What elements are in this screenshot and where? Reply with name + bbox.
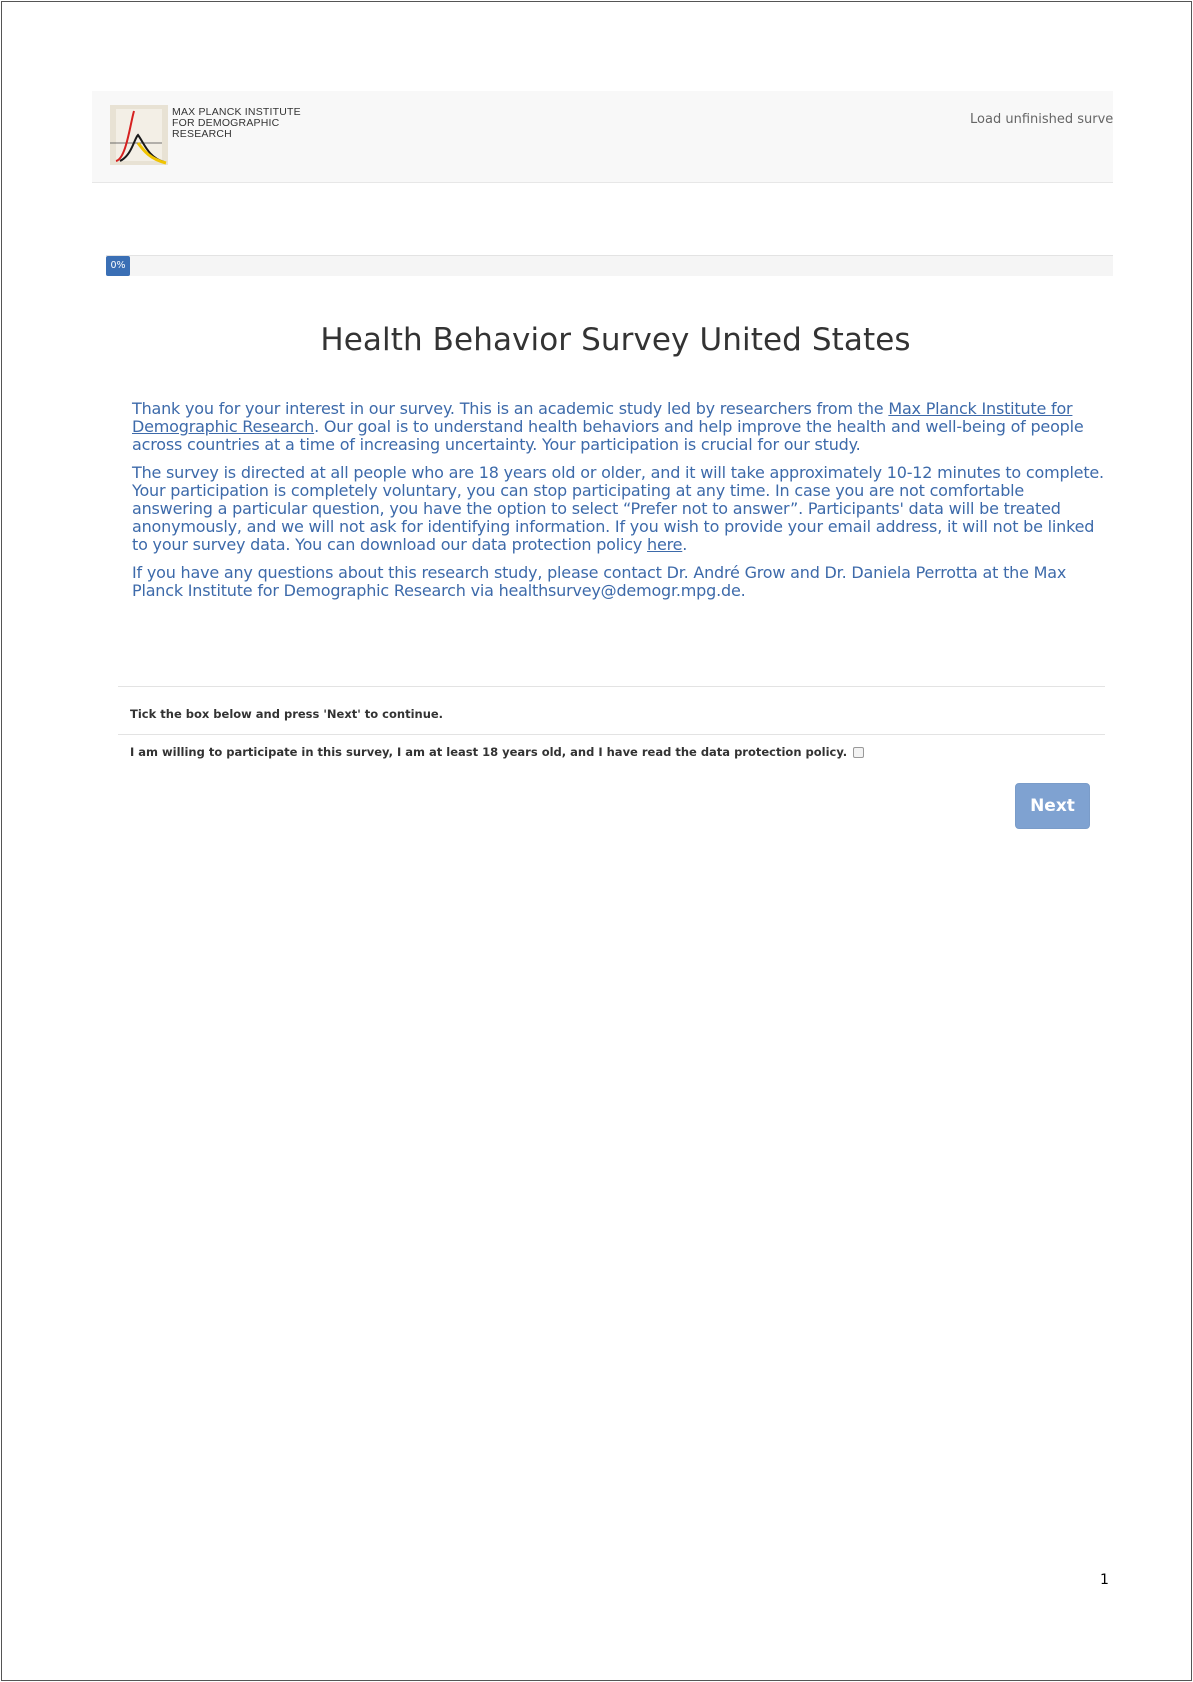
intro-paragraph: Thank you for your interest in our surve… [132,399,1084,454]
consent-label: I am willing to participate in this surv… [130,745,848,759]
divider [118,734,1105,735]
contact-paragraph: If you have any questions about this res… [132,563,1067,600]
data-protection-link[interactable]: here [647,535,682,554]
page-frame [1,1,1192,1681]
page-number: 1 [1100,1572,1109,1588]
next-button[interactable]: Next [1015,783,1090,829]
survey-description: Thank you for your interest in our surve… [132,400,1104,610]
consent-question: I am willing to participate in this surv… [130,745,865,759]
participation-paragraph: The survey is directed at all people who… [132,463,1104,554]
instruction-text: Tick the box below and press 'Next' to c… [130,707,444,721]
divider [118,686,1105,687]
progress-bar-fill: 0% [106,256,130,276]
institute-name: MAX PLANCK INSTITUTE FOR DEMOGRAPHIC RES… [172,106,301,140]
consent-checkbox[interactable] [853,746,865,758]
header-navbar: MAX PLANCK INSTITUTE FOR DEMOGRAPHIC RES… [92,91,1113,183]
max-planck-logo [110,105,168,165]
progress-bar-track: 0% [106,255,1113,276]
survey-title: Health Behavior Survey United States [320,322,911,358]
load-unfinished-survey-link[interactable]: Load unfinished survey [970,112,1113,127]
